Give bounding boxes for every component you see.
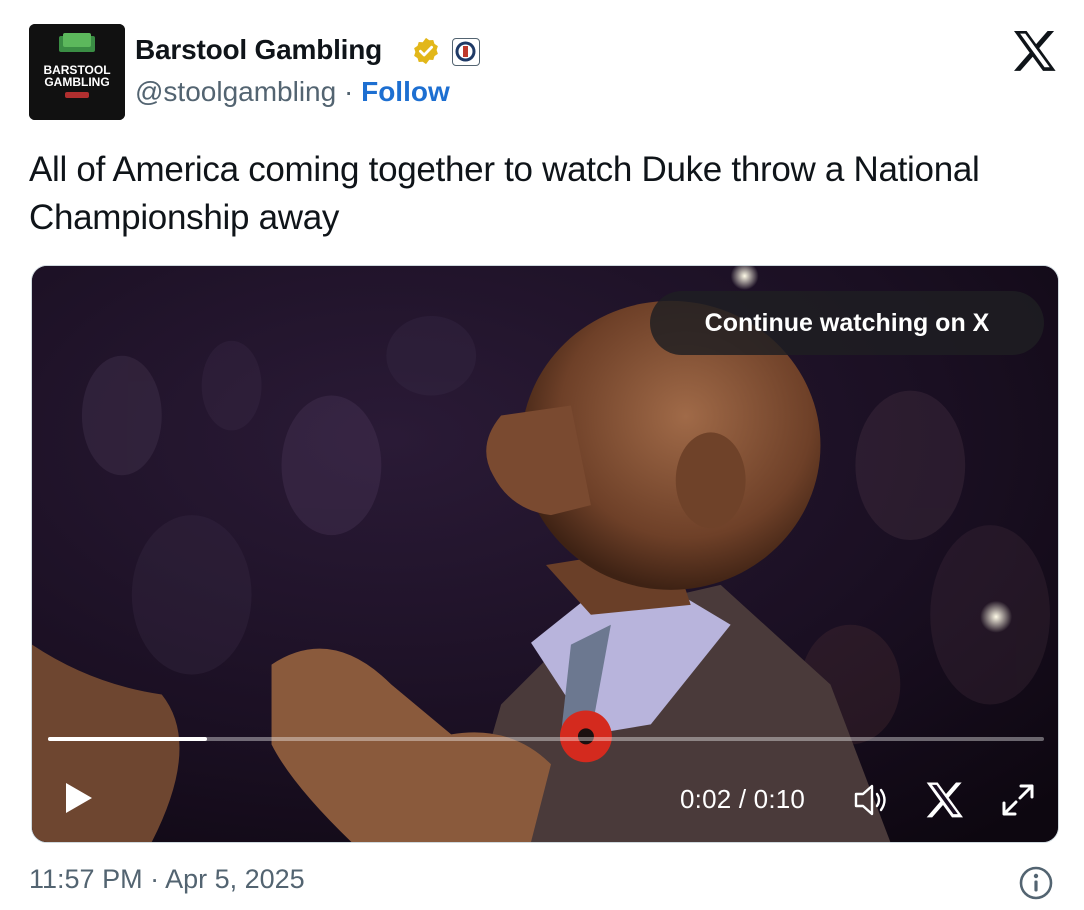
author-avatar[interactable]: BARSTOOL GAMBLING xyxy=(29,24,125,120)
embedded-tweet-card: BARSTOOL GAMBLING Barstool Gambling @sto… xyxy=(0,0,1084,910)
continue-watching-button[interactable]: Continue watching on X xyxy=(650,291,1044,355)
x-logo-icon[interactable] xyxy=(1012,30,1058,72)
video-progress-fill xyxy=(48,737,208,741)
follow-link[interactable]: Follow xyxy=(361,76,450,107)
author-display-name[interactable]: Barstool Gambling xyxy=(135,34,382,66)
fullscreen-icon[interactable] xyxy=(998,780,1038,820)
affiliate-badge-icon[interactable] xyxy=(452,38,480,66)
x-share-icon[interactable] xyxy=(925,780,965,820)
author-handle-row: @stoolgambling · Follow xyxy=(135,76,450,108)
play-icon[interactable] xyxy=(58,778,98,818)
volume-muted-icon[interactable] xyxy=(852,780,892,820)
author-handle[interactable]: @stoolgambling xyxy=(135,76,336,107)
video-player[interactable]: Continue watching on X 0:02 / 0:10 xyxy=(31,265,1059,843)
separator-dot: · xyxy=(343,76,354,107)
video-progress-bar[interactable] xyxy=(48,737,1044,741)
tweet-text: All of America coming together to watch … xyxy=(29,150,980,237)
video-time-display: 0:02 / 0:10 xyxy=(680,784,806,814)
tweet-timestamp[interactable]: 11:57 PM · Apr 5, 2025 xyxy=(29,864,305,895)
verified-badge-icon xyxy=(414,37,438,65)
svg-text:GAMBLING: GAMBLING xyxy=(44,75,109,89)
info-icon[interactable] xyxy=(1018,865,1054,901)
